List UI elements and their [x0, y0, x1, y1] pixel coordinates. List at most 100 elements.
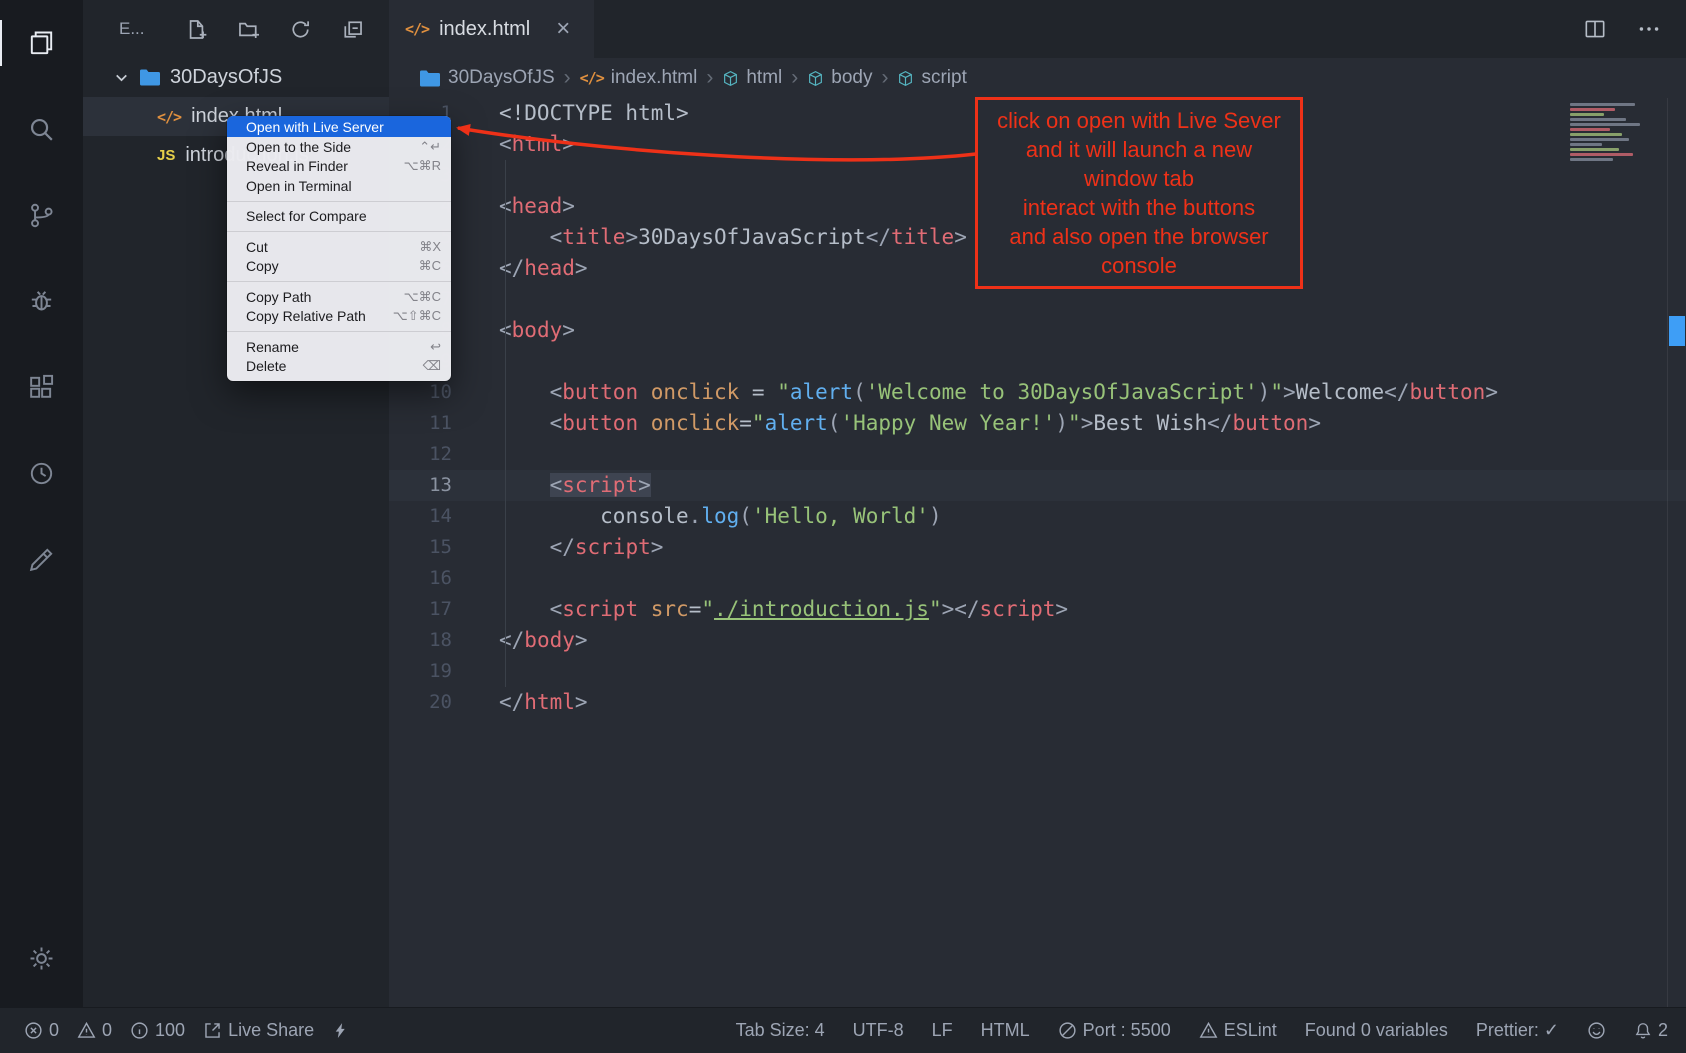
collapse-all-icon[interactable] — [342, 19, 363, 40]
explorer-header: E... — [83, 0, 389, 58]
symbol-cube-icon — [722, 70, 739, 87]
annotation-line: interact with the buttons — [980, 193, 1298, 222]
menu-item-copy-path[interactable]: Copy Path⌥⌘C — [227, 287, 451, 307]
status-label: UTF-8 — [853, 1020, 904, 1041]
menu-item-open-with-live-server[interactable]: Open with Live Server — [227, 116, 451, 137]
code-line: 9 — [389, 346, 1686, 377]
minimap[interactable] — [1570, 103, 1660, 163]
breadcrumb: 30DaysOfJS›</>index.html›html›body›scrip… — [389, 58, 1686, 98]
breadcrumb-item-30DaysOfJS[interactable]: 30DaysOfJS — [419, 67, 555, 89]
breadcrumb-item-script[interactable]: script — [897, 67, 966, 89]
eol-indicator[interactable]: LF — [932, 1020, 953, 1041]
warnings-indicator[interactable]: 0 — [77, 1020, 112, 1041]
feedback-smiley[interactable] — [1587, 1021, 1606, 1040]
errors-indicator[interactable]: 0 — [24, 1020, 59, 1041]
new-folder-icon[interactable] — [238, 19, 259, 40]
menu-item-label: Open in Terminal — [246, 178, 352, 194]
live-share-icon — [203, 1021, 222, 1040]
code-text: console.log('Hello, World') — [452, 501, 942, 532]
menu-item-delete[interactable]: Delete⌫ — [227, 357, 451, 377]
chevron-down-icon[interactable] — [113, 69, 130, 86]
menu-separator — [227, 281, 451, 282]
line-number[interactable]: 17 — [389, 594, 452, 625]
breadcrumb-label: script — [921, 67, 966, 89]
code-text: <script src="./introduction.js"></script… — [452, 594, 1068, 625]
menu-item-cut[interactable]: Cut⌘X — [227, 237, 451, 257]
menu-item-label: Open with Live Server — [246, 119, 384, 135]
line-number[interactable]: 19 — [389, 656, 452, 687]
code-text: <script> — [452, 470, 651, 501]
split-editor-icon[interactable] — [1582, 16, 1608, 42]
encoding-indicator[interactable]: UTF-8 — [853, 1020, 904, 1041]
more-actions-icon[interactable] — [1636, 16, 1662, 42]
live-server-port[interactable]: Port : 5500 — [1058, 1020, 1171, 1041]
breadcrumb-label: index.html — [611, 67, 698, 89]
notifications-bell[interactable]: 2 — [1634, 1020, 1668, 1041]
breadcrumb-label: body — [831, 67, 872, 89]
edit-button[interactable] — [0, 516, 83, 602]
line-number[interactable]: 11 — [389, 408, 452, 439]
breadcrumb-separator: › — [881, 66, 888, 90]
line-number[interactable]: 10 — [389, 377, 452, 408]
menu-item-reveal-in-finder[interactable]: Reveal in Finder⌥⌘R — [227, 157, 451, 177]
menu-item-open-in-terminal[interactable]: Open in Terminal — [227, 176, 451, 196]
menu-item-label: Reveal in Finder — [246, 158, 348, 174]
extensions-button[interactable] — [0, 344, 83, 430]
status-label: 0 — [102, 1020, 112, 1041]
tree-folder-label: 30DaysOfJS — [170, 66, 282, 89]
menu-item-label: Open to the Side — [246, 139, 351, 155]
line-number[interactable]: 16 — [389, 563, 452, 594]
breadcrumb-item-body[interactable]: body — [807, 67, 872, 89]
line-number[interactable]: 18 — [389, 625, 452, 656]
code-text: <!DOCTYPE html> — [452, 98, 689, 129]
eslint-status[interactable]: ESLint — [1199, 1020, 1277, 1041]
quick-actions-button[interactable] — [332, 1021, 349, 1040]
menu-item-shortcut: ⌃↵ — [419, 139, 441, 155]
menu-item-copy-relative-path[interactable]: Copy Relative Path⌥⇧⌘C — [227, 307, 451, 327]
breadcrumb-item-index.html[interactable]: </>index.html — [580, 67, 698, 89]
variables-indicator[interactable]: Found 0 variables — [1305, 1020, 1448, 1041]
breadcrumb-label: html — [746, 67, 782, 89]
breadcrumb-item-html[interactable]: html — [722, 67, 782, 89]
history-button[interactable] — [0, 430, 83, 516]
menu-item-open-to-the-side[interactable]: Open to the Side ⌃↵ — [227, 137, 451, 157]
code-line: 13 <script> — [389, 470, 1686, 501]
status-label: Live Share — [228, 1020, 314, 1041]
menu-item-rename[interactable]: Rename↩ — [227, 337, 451, 357]
close-icon[interactable]: × — [556, 17, 570, 41]
line-number[interactable]: 14 — [389, 501, 452, 532]
new-file-icon[interactable] — [186, 19, 207, 40]
menu-item-label: Copy — [246, 258, 279, 274]
live-share-button[interactable]: Live Share — [203, 1020, 314, 1041]
code-text: <title>30DaysOfJavaScript</title> — [452, 222, 967, 253]
smiley-icon — [1587, 1021, 1606, 1040]
annotation-line: click on open with Live Sever — [980, 106, 1298, 135]
html-file-icon: </> — [405, 20, 429, 38]
refresh-icon[interactable] — [290, 19, 311, 40]
settings-gear-button[interactable] — [0, 917, 83, 999]
source-control-button[interactable] — [0, 172, 83, 258]
eslint-warning-icon — [1199, 1021, 1218, 1040]
files-button[interactable] — [0, 0, 83, 86]
tab-size-indicator[interactable]: Tab Size: 4 — [736, 1020, 825, 1041]
annotation-line: console — [980, 251, 1298, 280]
line-number[interactable]: 20 — [389, 687, 452, 718]
code-line: 15 </script> — [389, 532, 1686, 563]
breadcrumb-separator: › — [564, 66, 571, 90]
scrollbar[interactable] — [1667, 98, 1686, 1007]
search-button[interactable] — [0, 86, 83, 172]
tree-item-root-folder[interactable]: 30DaysOfJS — [83, 58, 389, 97]
line-number[interactable]: 13 — [389, 470, 452, 501]
info-indicator[interactable]: 100 — [130, 1020, 185, 1041]
explorer-title: E... — [119, 19, 145, 39]
language-mode-indicator[interactable]: HTML — [981, 1020, 1030, 1041]
status-label: LF — [932, 1020, 953, 1041]
line-number[interactable]: 15 — [389, 532, 452, 563]
folder-icon — [139, 68, 161, 87]
line-number[interactable]: 12 — [389, 439, 452, 470]
tab-index-html[interactable]: </> index.html × — [389, 0, 594, 58]
debug-button[interactable] — [0, 258, 83, 344]
prettier-status[interactable]: Prettier: ✓ — [1476, 1020, 1559, 1041]
menu-item-select-for-compare[interactable]: Select for Compare — [227, 207, 451, 227]
menu-item-copy[interactable]: Copy⌘C — [227, 257, 451, 277]
